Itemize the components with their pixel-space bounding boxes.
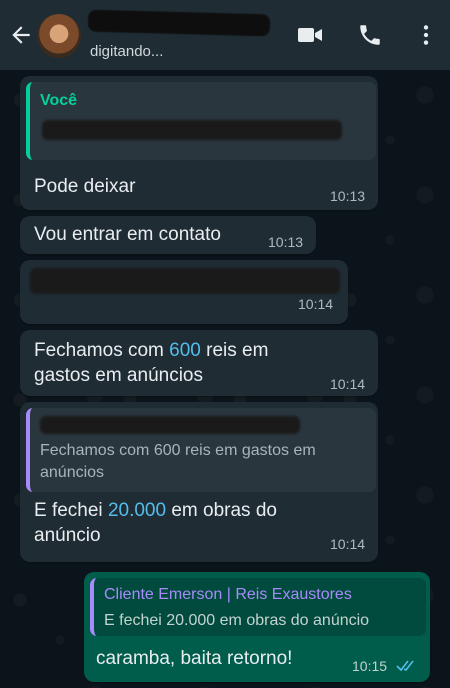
quote-text-redacted (42, 120, 342, 140)
message-time: 10:14 (330, 376, 366, 392)
quoted-message[interactable]: Você (26, 82, 376, 160)
quote-sender: Você (40, 92, 78, 109)
quote-sender-redacted (40, 416, 300, 434)
number-link[interactable]: 600 (169, 340, 201, 361)
message-time: 10:13 (268, 234, 304, 250)
contact-avatar[interactable] (37, 14, 81, 58)
back-arrow-icon[interactable] (8, 22, 34, 48)
outgoing-message-bubble[interactable]: Cliente Emerson | Reis Exaustores E fech… (84, 572, 430, 682)
message-bubble[interactable]: Fechamos com 600 reis em gastos em anúnc… (20, 402, 378, 562)
message-text: Fechamos com 600 reis em gastos em anúnc… (34, 340, 269, 386)
message-bubble[interactable]: Vou entrar em contato 10:13 (20, 216, 316, 254)
message-time: 10:14 (330, 536, 366, 552)
read-receipt-icon (396, 660, 414, 672)
phone-icon[interactable] (356, 22, 384, 48)
quoted-message[interactable]: Cliente Emerson | Reis Exaustores E fech… (90, 578, 426, 636)
message-time: 10:13 (330, 188, 366, 204)
message-bubble[interactable]: Fechamos com 600 reis em gastos em anúnc… (20, 330, 378, 396)
video-call-icon[interactable] (296, 22, 324, 48)
message-text: Pode deixar (34, 176, 136, 197)
message-text: caramba, baita retorno! (96, 648, 293, 669)
quoted-message[interactable]: Fechamos com 600 reis em gastos em anúnc… (26, 408, 376, 492)
message-text: E fechei 20.000 em obras do anúncio (34, 500, 277, 546)
message-time: 10:15 (352, 658, 388, 674)
quote-sender: Cliente Emerson | Reis Exaustores (104, 586, 352, 603)
message-bubble[interactable]: 10:14 (20, 260, 348, 324)
number-link[interactable]: 20.000 (108, 500, 166, 521)
message-time: 10:14 (298, 296, 334, 312)
chat-header: digitando... (0, 0, 450, 70)
typing-status: digitando... (90, 43, 164, 60)
message-text: Vou entrar em contato (34, 224, 221, 245)
quote-text: Fechamos com 600 reis em gastos em anúnc… (40, 442, 316, 481)
quote-text: E fechei 20.000 em obras do anúncio (104, 612, 370, 629)
message-text-redacted (30, 268, 340, 294)
chat-area[interactable]: Você Pode deixar 10:13 Vou entrar em con… (0, 70, 450, 688)
more-options-icon[interactable] (412, 22, 440, 48)
contact-name-redacted[interactable] (87, 9, 271, 37)
message-bubble[interactable]: Você Pode deixar 10:13 (20, 76, 378, 210)
